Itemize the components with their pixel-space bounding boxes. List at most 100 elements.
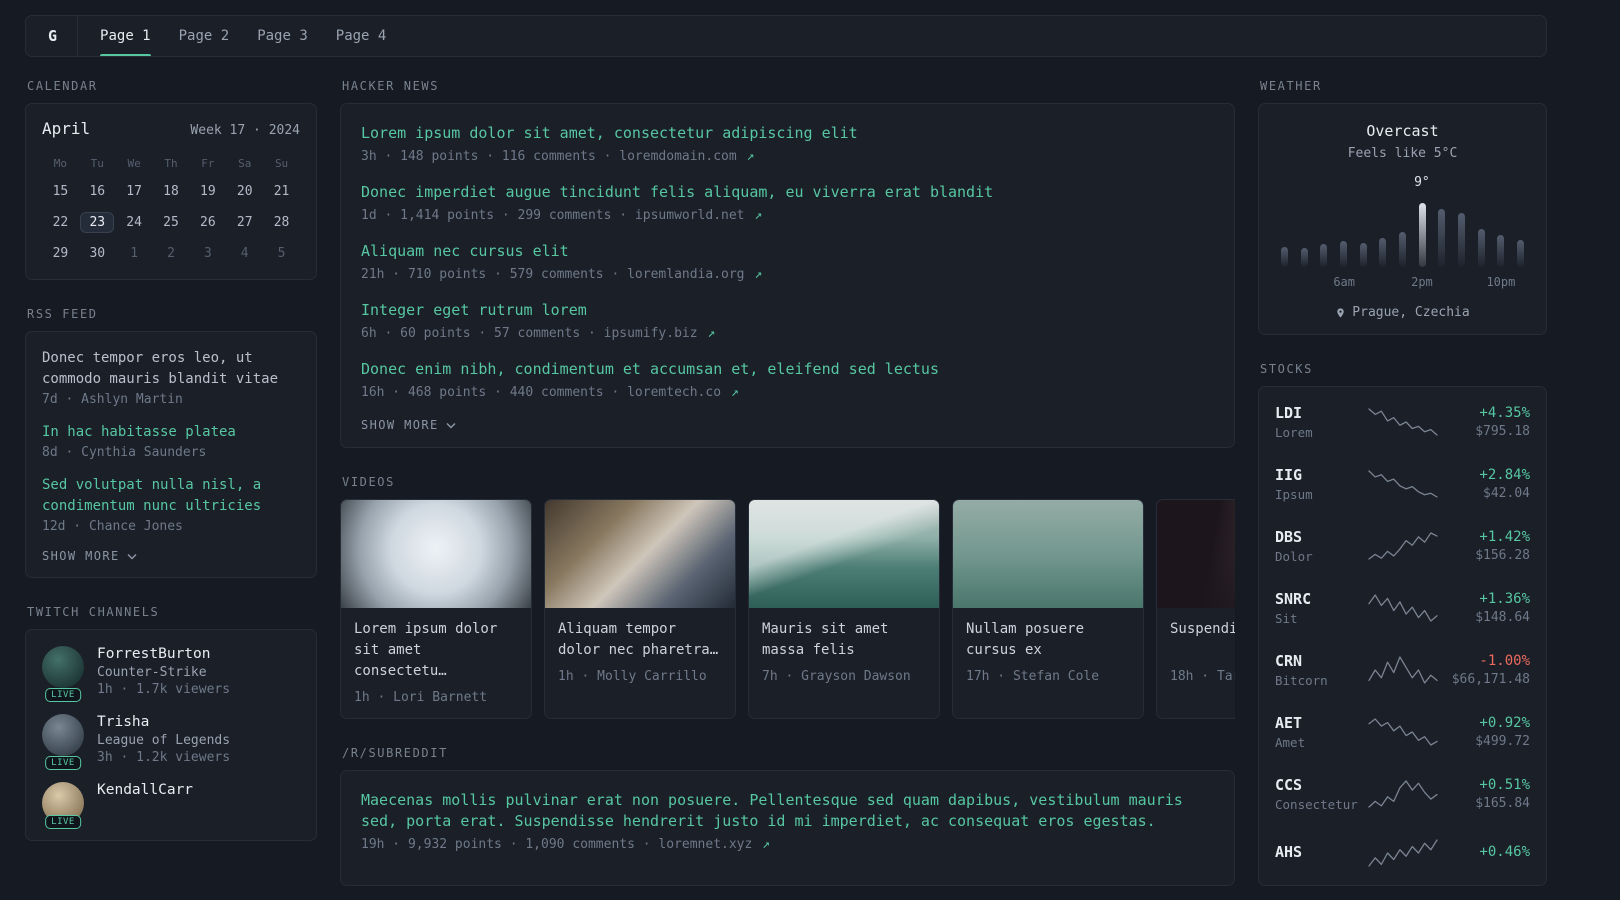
calendar-day[interactable]: 20: [226, 176, 263, 207]
rss-item-link[interactable]: Sed volutpat nulla nisl, a condimentum n…: [42, 475, 300, 517]
app-logo[interactable]: G: [44, 16, 79, 56]
calendar-day[interactable]: 25: [153, 207, 190, 238]
calendar-day[interactable]: 15: [42, 176, 79, 207]
calendar-day[interactable]: 29: [42, 238, 79, 269]
news-item-link[interactable]: Aliquam nec cursus elit: [361, 241, 1214, 262]
weather-bar: [1497, 235, 1505, 267]
video-card[interactable]: Aliquam tempor dolor nec pharetra… 1h · …: [544, 499, 736, 719]
news-meta-text: 3h · 148 points · 116 comments · loremdo…: [361, 149, 737, 164]
calendar-day[interactable]: 30: [79, 238, 116, 269]
weather-bar: [1300, 247, 1308, 267]
calendar-day[interactable]: 18: [153, 176, 190, 207]
news-item-link[interactable]: Integer eget rutrum lorem: [361, 300, 1214, 321]
rss-item-link[interactable]: In hac habitasse platea: [42, 422, 300, 443]
tab-page-2[interactable]: Page 2: [179, 16, 230, 56]
stock-name: Sit: [1275, 611, 1298, 626]
weather-section-title: WEATHER: [1260, 79, 1322, 93]
video-thumbnail: [1157, 500, 1235, 608]
stock-change-percent: +0.51%: [1479, 777, 1530, 793]
calendar-day[interactable]: 21: [263, 176, 300, 207]
post-link[interactable]: Maecenas mollis pulvinar erat non posuer…: [361, 790, 1214, 832]
news-item: Donec enim nibh, condimentum et accumsan…: [361, 359, 1214, 400]
stock-symbol-link[interactable]: AHS: [1275, 843, 1367, 861]
video-card[interactable]: Lorem ipsum dolor sit amet consectetu… 1…: [340, 499, 532, 719]
calendar-day[interactable]: 28: [263, 207, 300, 238]
stock-price: $795.18: [1475, 424, 1530, 439]
video-card[interactable]: Suspendisse diam 18h · Tara: [1156, 499, 1235, 719]
stock-change-percent: -1.00%: [1479, 653, 1530, 669]
weather-feels-like: Feels like 5°C: [1347, 146, 1458, 161]
rss-show-more-button[interactable]: SHOW MORE: [42, 549, 300, 563]
calendar-day[interactable]: 22: [42, 207, 79, 238]
tab-page-4[interactable]: Page 4: [336, 16, 387, 56]
video-card[interactable]: Mauris sit amet massa felis 7h · Grayson…: [748, 499, 940, 719]
channel-avatar[interactable]: LIVE: [42, 714, 84, 770]
channel-avatar[interactable]: LIVE: [42, 646, 84, 702]
weather-bar: [1398, 231, 1406, 267]
calendar-day-next-month[interactable]: 4: [226, 238, 263, 269]
weather-bar: [1457, 213, 1465, 267]
calendar-day[interactable]: 17: [116, 176, 153, 207]
calendar-day[interactable]: 26: [189, 207, 226, 238]
channel-name-link[interactable]: KendallCarr: [97, 782, 193, 798]
external-link-icon[interactable]: ↗: [762, 837, 770, 852]
chevron-down-icon: [127, 553, 137, 560]
stock-row: AHS +0.46%: [1275, 825, 1530, 881]
tab-page-1[interactable]: Page 1: [100, 16, 151, 56]
news-item-link[interactable]: Lorem ipsum dolor sit amet, consectetur …: [361, 123, 1214, 144]
news-item-meta: 3h · 148 points · 116 comments · loremdo…: [361, 149, 1214, 164]
calendar-day-next-month[interactable]: 3: [189, 238, 226, 269]
stock-symbol-link[interactable]: SNRC: [1275, 590, 1367, 608]
twitch-section-title: TWITCH CHANNELS: [27, 605, 160, 619]
stock-symbol-link[interactable]: CRN: [1275, 652, 1367, 670]
channel-name-link[interactable]: Trisha: [97, 714, 230, 730]
rss-item-link[interactable]: Donec tempor eros leo, ut commodo mauris…: [42, 348, 300, 390]
video-meta: 1h · Lori Barnett: [354, 690, 488, 705]
calendar-day[interactable]: 27: [226, 207, 263, 238]
weather-bar: [1438, 209, 1446, 267]
calendar-day[interactable]: 16: [79, 176, 116, 207]
stock-row: SNRC Sit +1.36% $148.64: [1275, 577, 1530, 639]
news-meta-text: 16h · 468 points · 440 comments · loremt…: [361, 385, 722, 400]
stock-row: DBS Dolor +1.42% $156.28: [1275, 515, 1530, 577]
calendar-day[interactable]: 24: [116, 207, 153, 238]
channel-game: Counter-Strike: [97, 665, 207, 680]
external-link-icon[interactable]: ↗: [731, 385, 739, 400]
calendar-day-header: Sa: [238, 156, 252, 170]
stock-symbol-link[interactable]: AET: [1275, 714, 1367, 732]
calendar-day[interactable]: 19: [189, 176, 226, 207]
stock-symbol-link[interactable]: LDI: [1275, 404, 1367, 422]
external-link-icon[interactable]: ↗: [707, 326, 715, 341]
channel-avatar[interactable]: LIVE: [42, 782, 84, 829]
calendar-day-next-month[interactable]: 5: [263, 238, 300, 269]
stock-sparkline-chart: [1367, 532, 1438, 560]
stock-price: $165.84: [1475, 796, 1530, 811]
video-title: Aliquam tempor dolor nec pharetra…: [558, 621, 719, 658]
video-thumbnail: [749, 500, 939, 608]
tab-page-3[interactable]: Page 3: [257, 16, 308, 56]
live-badge: LIVE: [45, 688, 81, 702]
calendar-day-selected[interactable]: 23: [79, 207, 116, 238]
calendar-grid: Mo Tu We Th Fr Sa Su 15 16 17 18 19 20 2…: [42, 150, 300, 269]
calendar-day-header: We: [127, 156, 141, 170]
rss-item: Sed volutpat nulla nisl, a condimentum n…: [42, 475, 300, 534]
hackernews-show-more-button[interactable]: SHOW MORE: [361, 418, 1214, 432]
channel-name-link[interactable]: ForrestBurton: [97, 646, 230, 662]
news-item-link[interactable]: Donec imperdiet augue tincidunt felis al…: [361, 182, 1214, 203]
stock-symbol-link[interactable]: DBS: [1275, 528, 1367, 546]
video-card[interactable]: Nullam posuere cursus ex 17h · Stefan Co…: [952, 499, 1144, 719]
news-item-link[interactable]: Donec enim nibh, condimentum et accumsan…: [361, 359, 1214, 380]
stock-price: $66,171.48: [1451, 672, 1530, 687]
external-link-icon[interactable]: ↗: [754, 267, 762, 282]
hackernews-widget: HACKER NEWS Lorem ipsum dolor sit amet, …: [340, 79, 1235, 448]
video-title: Nullam posuere cursus ex: [966, 621, 1085, 658]
calendar-day-next-month[interactable]: 1: [116, 238, 153, 269]
stock-sparkline-chart: [1367, 594, 1438, 622]
calendar-day-next-month[interactable]: 2: [153, 238, 190, 269]
external-link-icon[interactable]: ↗: [754, 208, 762, 223]
stock-change-percent: +1.42%: [1479, 529, 1530, 545]
external-link-icon[interactable]: ↗: [747, 149, 755, 164]
stock-symbol-link[interactable]: IIG: [1275, 466, 1367, 484]
stock-symbol-link[interactable]: CCS: [1275, 776, 1367, 794]
twitch-widget: TWITCH CHANNELS LIVE ForrestBurton Count…: [25, 605, 317, 841]
